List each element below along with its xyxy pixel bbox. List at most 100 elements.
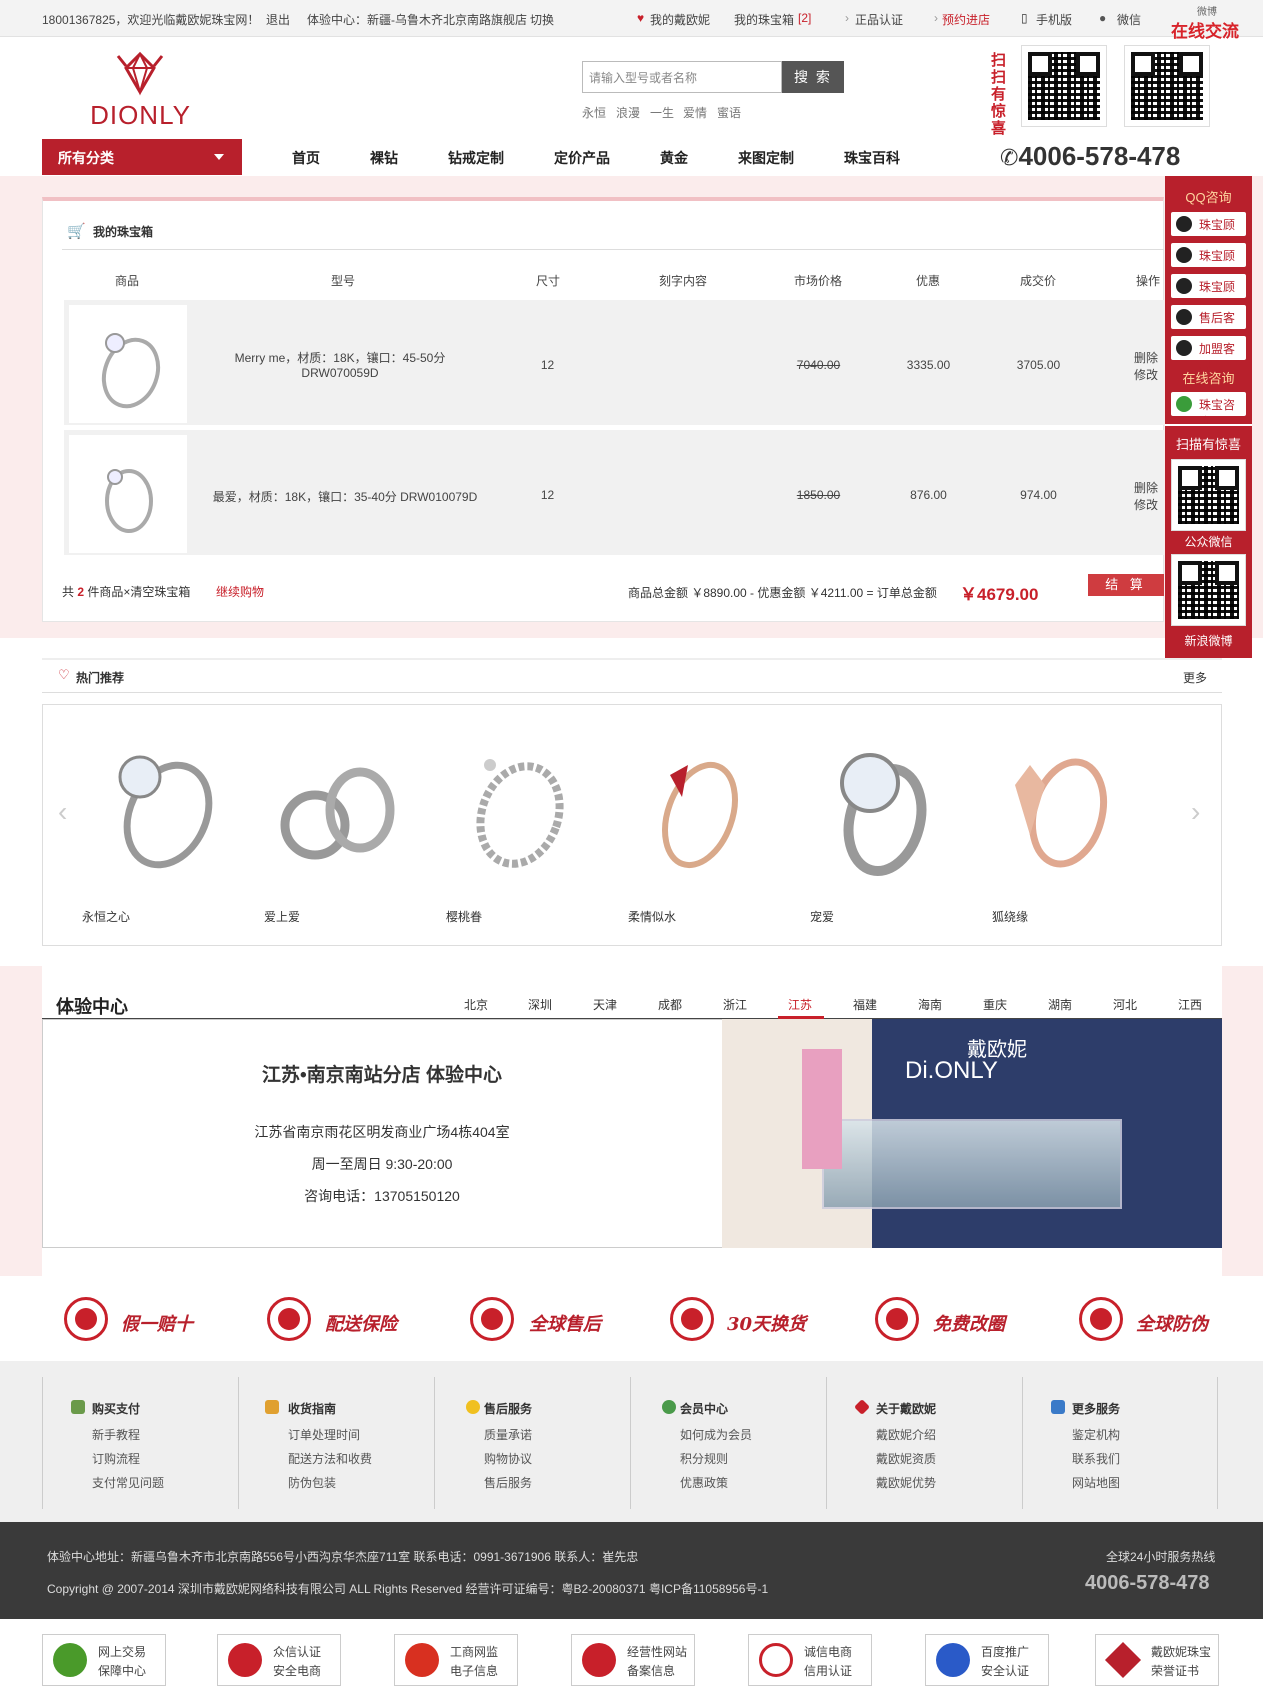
footer-link[interactable]: 鉴定机构 [1072,1426,1120,1443]
nav-priced-products[interactable]: 定价产品 [554,148,610,168]
row1-edit-link[interactable]: 修改 [1134,366,1158,383]
chevron-right-icon: › [845,11,849,25]
nav-gold[interactable]: 黄金 [660,148,688,168]
trust-badge[interactable]: 众信认证 安全电商 [217,1634,341,1686]
search-button[interactable]: 搜 索 [782,61,844,93]
product-image[interactable] [800,735,950,885]
hot-word[interactable]: 蜜语 [717,104,741,121]
product-thumbnail[interactable] [69,435,187,553]
city-tab[interactable]: 福建 [853,996,877,1013]
ebs-shield-icon [228,1643,262,1677]
my-cart-link[interactable]: 我的珠宝箱 [734,11,794,28]
carousel-next-icon[interactable]: › [1191,796,1200,828]
product-image[interactable] [80,735,230,885]
row1-delete-link[interactable]: 删除 [1134,349,1158,366]
my-account-link[interactable]: 我的戴欧妮 [650,11,710,28]
qq-aftersale-button[interactable]: 售后客服 [1171,305,1246,342]
product-name[interactable]: 柔情似水 [628,908,676,925]
footer-link[interactable]: 订单处理时间 [288,1426,360,1443]
hot-word[interactable]: 爱情 [683,104,707,121]
wechat-link[interactable]: 微信 [1117,11,1141,28]
nav-encyclopedia[interactable]: 珠宝百科 [844,148,900,168]
hot-word[interactable]: 永恒 [582,104,606,121]
city-tab[interactable]: 浙江 [723,996,747,1013]
product-image[interactable] [620,735,770,885]
search-input[interactable]: 请输入型号或者名称 [582,61,782,93]
product-name[interactable]: 永恒之心 [82,908,130,925]
trust-badge[interactable]: 诚信电商 信用认证 [748,1634,872,1686]
trust-badge[interactable]: 戴欧妮珠宝 荣誉证书 [1095,1634,1219,1686]
product-name[interactable]: 狐绕缘 [992,908,1028,925]
qq-consultant-button[interactable]: 珠宝顾问 [1171,212,1246,249]
trust-badge[interactable]: 工商网监 电子信息 [394,1634,518,1686]
footer-link[interactable]: 网站地图 [1072,1474,1120,1491]
qq-consultant-button[interactable]: 珠宝顾问 [1171,243,1246,280]
carousel-prev-icon[interactable]: ‹ [58,796,67,828]
footer-link[interactable]: 联系我们 [1072,1450,1120,1467]
diamond-icon [1104,1641,1142,1679]
product-image[interactable] [980,735,1130,885]
clear-cart-link[interactable]: 件商品×清空珠宝箱 [87,585,190,599]
nav-custom-rings[interactable]: 钻戒定制 [448,148,504,168]
order-summary: 商品总金额 ￥8890.00 - 优惠金额 ￥4211.00 = 订单总金额 [628,586,937,600]
online-consult-button[interactable]: 珠宝咨询 [1171,392,1246,429]
wechat-icon: ● [1099,11,1107,25]
hot-word[interactable]: 一生 [650,104,674,121]
site-logo[interactable]: DIONLY [88,48,193,130]
footer-link[interactable]: 配送方法和收费 [288,1450,372,1467]
trust-badge[interactable]: 经营性网站 备案信息 [571,1634,695,1686]
checkout-button[interactable]: 结 算 [1088,574,1164,596]
city-tab-active[interactable]: 江苏 [788,996,812,1013]
weibo-link[interactable]: 微博 [1197,3,1217,18]
hot-word[interactable]: 浪漫 [616,104,640,121]
online-chat-link[interactable]: 在线交流 [1171,17,1239,42]
city-tab[interactable]: 江西 [1178,996,1202,1013]
heart-outline-icon: ♡ [58,667,70,682]
trust-badge[interactable]: 百度推广 安全认证 [925,1634,1049,1686]
footer-link[interactable]: 质量承诺 [484,1426,532,1443]
footer-link[interactable]: 售后服务 [484,1474,532,1491]
product-name[interactable]: 爱上爱 [264,908,300,925]
continue-shopping-link[interactable]: 继续购物 [216,583,264,600]
appointment-link[interactable]: 预约进店 [942,11,990,28]
footer-link[interactable]: 订购流程 [92,1450,140,1467]
nav-loose-diamonds[interactable]: 裸钻 [370,148,398,168]
switch-center-link[interactable]: 切换 [530,11,554,28]
product-thumbnail[interactable] [69,305,187,423]
footer-link[interactable]: 戴欧妮优势 [876,1474,936,1491]
footer-link[interactable]: 戴欧妮介绍 [876,1426,936,1443]
footer-link[interactable]: 防伪包装 [288,1474,336,1491]
footer-link[interactable]: 如何成为会员 [680,1426,752,1443]
city-tab[interactable]: 天津 [593,996,617,1013]
qq-consultant-button[interactable]: 珠宝顾问 [1171,274,1246,311]
hot-more-link[interactable]: 更多 [1183,669,1207,686]
city-tab[interactable]: 河北 [1113,996,1137,1013]
nav-photo-custom[interactable]: 来图定制 [738,148,794,168]
qq-franchise-button[interactable]: 加盟客服 [1171,336,1246,373]
row2-edit-link[interactable]: 修改 [1134,496,1158,513]
footer-link[interactable]: 支付常见问题 [92,1474,164,1491]
footer-link[interactable]: 戴欧妮资质 [876,1450,936,1467]
nav-home[interactable]: 首页 [292,148,320,168]
city-tab[interactable]: 重庆 [983,996,1007,1013]
product-name[interactable]: 樱桃眷 [446,908,482,925]
product-image[interactable] [440,735,590,885]
footer-link[interactable]: 购物协议 [484,1450,532,1467]
city-tab[interactable]: 成都 [658,996,682,1013]
phone-icon: ✆ [1000,145,1019,170]
footer-link[interactable]: 新手教程 [92,1426,140,1443]
all-categories-button[interactable]: 所有分类 [42,139,242,175]
trust-badge[interactable]: 网上交易 保障中心 [42,1634,166,1686]
mobile-link[interactable]: 手机版 [1036,11,1072,28]
product-name[interactable]: 宠爱 [810,908,834,925]
city-tab[interactable]: 北京 [464,996,488,1013]
city-tab[interactable]: 海南 [918,996,942,1013]
city-tab[interactable]: 湖南 [1048,996,1072,1013]
row2-delete-link[interactable]: 删除 [1134,479,1158,496]
city-tab[interactable]: 深圳 [528,996,552,1013]
authentic-link[interactable]: 正品认证 [855,11,903,28]
footer-link[interactable]: 优惠政策 [680,1474,728,1491]
product-image[interactable] [260,735,410,885]
footer-link[interactable]: 积分规则 [680,1450,728,1467]
logout-link[interactable]: 退出 [266,11,290,28]
